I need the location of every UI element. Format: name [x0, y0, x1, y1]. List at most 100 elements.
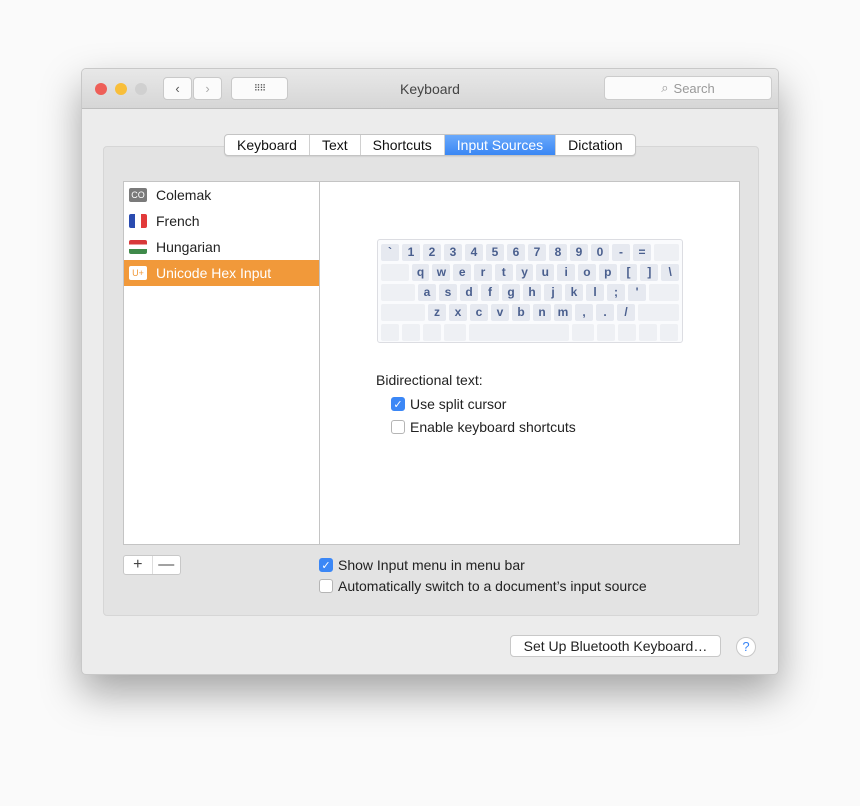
input-source-item[interactable]: CO Colemak — [124, 182, 319, 208]
setup-bluetooth-keyboard-button[interactable]: Set Up Bluetooth Keyboard… — [510, 635, 721, 657]
keyboard-key — [639, 324, 657, 341]
option-label: Automatically switch to a document’s inp… — [338, 578, 647, 594]
input-source-item[interactable]: U+ Unicode Hex Input — [124, 260, 319, 286]
show-input-menu-checkbox[interactable]: ✓ Show Input menu in menu bar — [319, 557, 525, 573]
keyboard-key: v — [491, 304, 509, 321]
keyboard-row — [381, 324, 679, 341]
colemak-icon: CO — [129, 188, 147, 202]
checkmark-icon: ✓ — [391, 397, 405, 411]
bidi-label: Bidirectional text: — [376, 372, 483, 388]
keyboard-key: 8 — [549, 244, 567, 261]
keyboard-row: ` 1 2 3 4 5 6 7 8 9 0- = — [381, 244, 679, 261]
keyboard-key: , — [575, 304, 593, 321]
auto-switch-source-checkbox[interactable]: Automatically switch to a document’s inp… — [319, 578, 647, 594]
tab-dictation[interactable]: Dictation — [556, 135, 634, 155]
enable-keyboard-shortcuts-checkbox[interactable]: Enable keyboard shortcuts — [391, 419, 576, 435]
keyboard-key: m — [554, 304, 572, 321]
input-source-item[interactable]: French — [124, 208, 319, 234]
keyboard-key: h — [523, 284, 541, 301]
keyboard-key: 7 — [528, 244, 546, 261]
input-source-label: Unicode Hex Input — [156, 265, 272, 281]
keyboard-key: o — [578, 264, 596, 281]
keyboard-key: w — [432, 264, 451, 281]
keyboard-key — [649, 284, 679, 301]
keyboard-key: . — [596, 304, 614, 321]
input-source-detail: ` 1 2 3 4 5 6 7 8 9 0- = q w e r t y u i o p[] \ a s d f g h j k l; ' z x c… — [319, 181, 740, 545]
hungarian-flag-icon — [129, 240, 147, 254]
keyboard-key: - — [612, 244, 630, 261]
keyboard-key — [381, 284, 415, 301]
tab-input-sources[interactable]: Input Sources — [444, 135, 557, 155]
input-source-label: Hungarian — [156, 239, 221, 255]
keyboard-key: u — [536, 264, 555, 281]
search-placeholder: Search — [673, 80, 715, 96]
tab-shortcuts[interactable]: Shortcuts — [361, 135, 445, 155]
keyboard-row: z x c v b n m,. / — [381, 304, 679, 321]
keyboard-key — [638, 304, 679, 321]
help-button[interactable]: ? — [736, 637, 756, 657]
keyboard-key: / — [617, 304, 635, 321]
keyboard-key: y — [515, 264, 534, 281]
keyboard-key: 5 — [486, 244, 504, 261]
keyboard-key: x — [449, 304, 467, 321]
keyboard-key: r — [474, 264, 492, 281]
keyboard-key — [381, 304, 425, 321]
remove-source-button[interactable]: — — [153, 556, 181, 574]
keyboard-key: l — [586, 284, 604, 301]
keyboard-preferences-window: ‹ › ⠿⠿ Keyboard ⌕ Search Keyboard Text Sh… — [81, 68, 779, 675]
input-source-item[interactable]: Hungarian — [124, 234, 319, 260]
search-icon: ⌕ — [661, 80, 669, 95]
input-sources-list[interactable]: CO Colemak French Hungarian U+ Unicode Hex In… — [123, 181, 320, 545]
add-remove-control: + — — [123, 555, 181, 575]
french-flag-icon — [129, 214, 147, 228]
keyboard-key — [381, 264, 409, 281]
input-source-label: French — [156, 213, 200, 229]
keyboard-row: q w e r t y u i o p[] \ — [381, 264, 680, 281]
use-split-cursor-checkbox[interactable]: ✓ Use split cursor — [391, 396, 506, 412]
keyboard-key: f — [481, 284, 499, 301]
keyboard-key: 6 — [507, 244, 525, 261]
keyboard-viewer: ` 1 2 3 4 5 6 7 8 9 0- = q w e r t y u i o p[] \ a s d f g h j k l; ' z x c… — [377, 239, 683, 343]
keyboard-key: ' — [628, 284, 646, 301]
keyboard-key: ` — [381, 244, 399, 261]
keyboard-key — [402, 324, 420, 341]
keyboard-key — [381, 324, 399, 341]
keyboard-key: 9 — [570, 244, 588, 261]
keyboard-key: 0 — [591, 244, 609, 261]
keyboard-key: g — [502, 284, 520, 301]
keyboard-key — [444, 324, 466, 341]
keyboard-row: a s d f g h j k l; ' — [381, 284, 679, 301]
keyboard-key: j — [544, 284, 562, 301]
keyboard-key — [597, 324, 615, 341]
keyboard-key: 4 — [465, 244, 483, 261]
keyboard-key: n — [533, 304, 551, 321]
keyboard-key: q — [411, 264, 430, 281]
keyboard-key — [469, 324, 569, 341]
keyboard-key: a — [418, 284, 436, 301]
keyboard-key: e — [453, 264, 472, 281]
keyboard-key — [423, 324, 441, 341]
keyboard-key: [ — [619, 264, 638, 281]
keyboard-key — [654, 244, 679, 261]
keyboard-key: 1 — [402, 244, 420, 261]
checkmark-icon: ✓ — [319, 558, 333, 572]
keyboard-key: s — [439, 284, 457, 301]
keyboard-key — [572, 324, 594, 341]
keyboard-key: t — [494, 264, 513, 281]
tab-text[interactable]: Text — [310, 135, 361, 155]
checkbox-icon — [319, 579, 333, 593]
keyboard-key: \ — [661, 264, 680, 281]
keyboard-key: = — [633, 244, 651, 261]
checkbox-icon — [391, 420, 405, 434]
keyboard-key — [660, 324, 678, 341]
keyboard-key: 2 — [423, 244, 441, 261]
keyboard-key: k — [565, 284, 583, 301]
tab-keyboard[interactable]: Keyboard — [225, 135, 310, 155]
title-bar: ‹ › ⠿⠿ Keyboard ⌕ Search — [82, 69, 778, 109]
keyboard-key: z — [428, 304, 446, 321]
search-field[interactable]: ⌕ Search — [604, 76, 772, 100]
add-source-button[interactable]: + — [124, 556, 153, 574]
tab-bar: Keyboard Text Shortcuts Input Sources Di… — [224, 134, 636, 156]
keyboard-key: b — [512, 304, 530, 321]
unicode-icon: U+ — [129, 266, 147, 280]
